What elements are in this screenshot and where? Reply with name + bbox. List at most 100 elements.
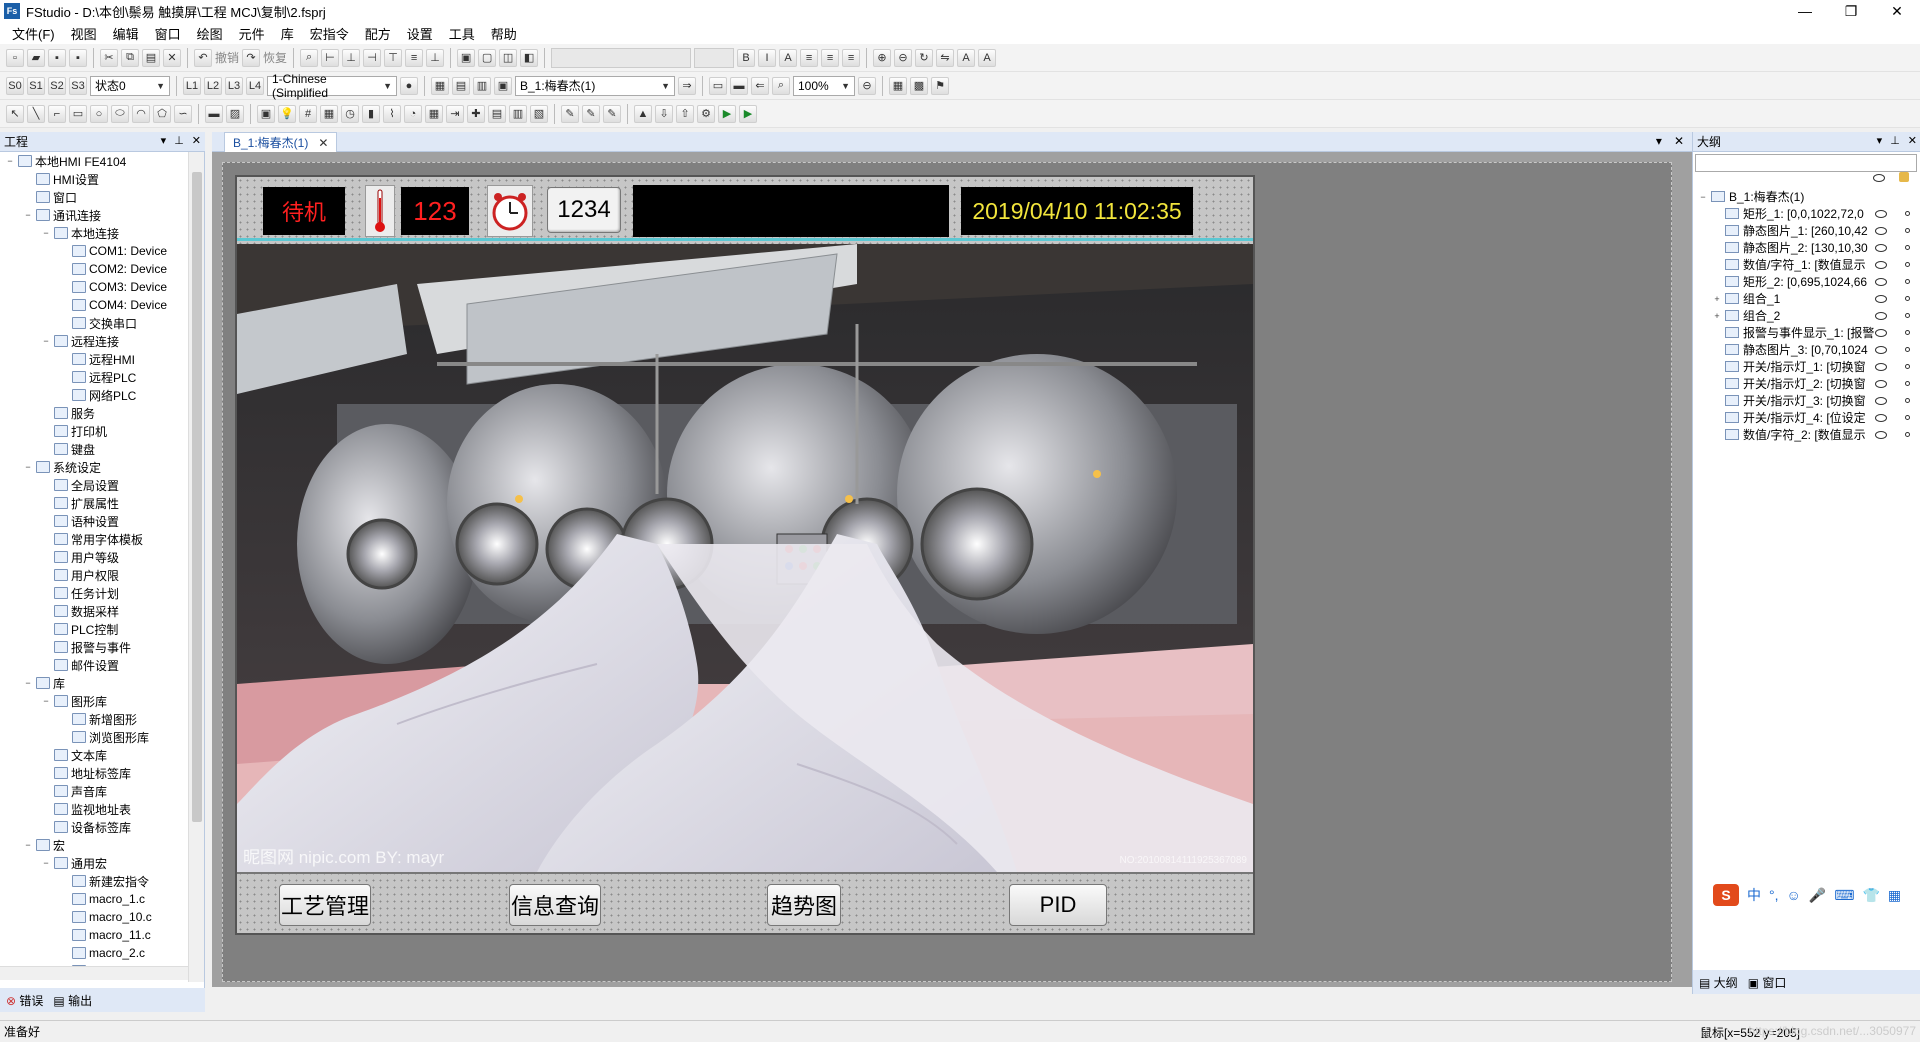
outline-item[interactable]: + 组合_2 — [1693, 307, 1910, 324]
text-align-left-icon[interactable]: ≡ — [800, 48, 819, 67]
visibility-eye-icon[interactable] — [1875, 209, 1887, 218]
canvas-area[interactable]: 待机 123 1234 2019/04/10 11:02:35 昵图网 nipi… — [222, 162, 1672, 982]
freeform-icon[interactable]: ∽ — [174, 104, 192, 123]
collapse-toggle-icon[interactable]: − — [4, 155, 16, 167]
align-left-icon[interactable]: ⊢ — [321, 48, 340, 67]
goto-screen-icon[interactable]: ⇒ — [678, 76, 696, 95]
tree-item[interactable]: 新建宏指令 — [0, 872, 188, 890]
collapse-toggle-icon[interactable]: − — [22, 677, 34, 689]
outline-item[interactable]: 数值/字符_2: [数值显示 — [1693, 426, 1910, 443]
process-management-button[interactable]: 工艺管理 — [279, 884, 371, 926]
recipe-icon[interactable]: ▥ — [509, 104, 527, 123]
expand-toggle-icon[interactable]: + — [1711, 293, 1723, 305]
ime-skin-icon[interactable]: 👕 — [1862, 887, 1879, 904]
menu-tools[interactable]: 工具 — [441, 24, 483, 43]
sogou-icon[interactable]: S — [1713, 884, 1739, 906]
text-grow-icon[interactable]: A — [957, 48, 976, 67]
info-query-button[interactable]: 信息查询 — [509, 884, 601, 926]
undo-label[interactable]: 撤销 — [215, 49, 239, 66]
tree-item[interactable]: − 库 — [0, 674, 188, 692]
tree-item[interactable]: 远程PLC — [0, 368, 188, 386]
ungroup-icon[interactable]: ▢ — [478, 48, 497, 67]
outline-item[interactable]: 静态图片_3: [0,70,1024 — [1693, 341, 1910, 358]
tree-item[interactable]: − 本地HMI FE4104 — [0, 152, 188, 170]
tree-item[interactable]: 声音库 — [0, 782, 188, 800]
scrollbar-thumb[interactable] — [192, 172, 202, 822]
tab-list-icon[interactable]: ▾ — [1656, 134, 1662, 148]
tab-errors[interactable]: ⊗ 错误 — [6, 992, 43, 1009]
outline-item[interactable]: 开关/指示灯_3: [切换窗 — [1693, 392, 1910, 409]
paste-icon[interactable]: ▤ — [142, 48, 160, 67]
rotate-icon[interactable]: ↻ — [915, 48, 934, 67]
collapse-toggle-icon[interactable]: − — [40, 335, 52, 347]
tree-item[interactable]: − 通用宏 — [0, 854, 188, 872]
temperature-display[interactable]: 123 — [401, 187, 469, 235]
layer-l3-button[interactable]: L3 — [225, 76, 243, 95]
pin-icon[interactable]: ⊥ — [174, 134, 184, 147]
tree-item[interactable]: 常用字体模板 — [0, 530, 188, 548]
tree-item[interactable]: 报警与事件 — [0, 638, 188, 656]
panel-close-icon[interactable]: ✕ — [1908, 134, 1917, 147]
lock-toggle-icon[interactable] — [1905, 415, 1910, 420]
outline-item[interactable]: + 组合_1 — [1693, 290, 1910, 307]
visibility-all-icon[interactable] — [1873, 174, 1885, 182]
outline-item[interactable]: 数值/字符_1: [数值显示 — [1693, 256, 1910, 273]
tree-item[interactable]: − 图形库 — [0, 692, 188, 710]
polyline-icon[interactable]: ⌐ — [48, 104, 66, 123]
ime-mic-icon[interactable]: 🎤 — [1809, 887, 1826, 904]
zoom-in-shape-icon[interactable]: ⊕ — [873, 48, 892, 67]
bar-graph-icon[interactable]: ▮ — [362, 104, 380, 123]
grid-icon[interactable]: ▦ — [889, 76, 907, 95]
outline-item[interactable]: 静态图片_2: [130,10,30 — [1693, 239, 1910, 256]
clock-icon[interactable]: ◷ — [341, 104, 359, 123]
copy-icon[interactable]: ⧉ — [121, 48, 139, 67]
tree-item[interactable]: macro_1.c — [0, 890, 188, 908]
menu-macro[interactable]: 宏指令 — [302, 24, 357, 43]
visibility-eye-icon[interactable] — [1875, 260, 1887, 269]
new-file-icon[interactable]: ▫ — [6, 48, 24, 67]
font-size-combo[interactable] — [694, 47, 735, 68]
visibility-eye-icon[interactable] — [1875, 311, 1887, 320]
tools-c-icon[interactable]: ✎ — [603, 104, 621, 123]
state-s2-button[interactable]: S2 — [48, 76, 66, 95]
tree-item[interactable]: 打印机 — [0, 422, 188, 440]
tree-item[interactable]: macro_11.c — [0, 926, 188, 944]
lock-toggle-icon[interactable] — [1905, 347, 1910, 352]
outline-item[interactable]: 矩形_2: [0,695,1024,66 — [1693, 273, 1910, 290]
tree-item[interactable]: 扩展属性 — [0, 494, 188, 512]
bring-front-icon[interactable]: ◫ — [499, 48, 518, 67]
tab-close-icon[interactable]: ✕ — [318, 136, 328, 150]
outline-item[interactable]: 开关/指示灯_1: [切换窗 — [1693, 358, 1910, 375]
tree-item[interactable]: 窗口 — [0, 188, 188, 206]
tree-item[interactable]: COM2: Device — [0, 260, 188, 278]
menu-view[interactable]: 视图 — [63, 24, 105, 43]
text-icon[interactable]: ▬ — [205, 104, 223, 123]
close-button[interactable]: ✕ — [1874, 0, 1920, 22]
tree-item[interactable]: − 宏 — [0, 836, 188, 854]
lock-toggle-icon[interactable] — [1905, 245, 1910, 250]
lock-all-icon[interactable] — [1899, 172, 1909, 182]
lock-toggle-icon[interactable] — [1905, 279, 1910, 284]
arc-icon[interactable]: ◠ — [132, 104, 150, 123]
open-folder-icon[interactable]: ▰ — [27, 48, 45, 67]
ime-emoji-icon[interactable]: ☺ — [1787, 887, 1801, 903]
tree-item[interactable]: 监视地址表 — [0, 800, 188, 818]
tree-item[interactable]: HMI设置 — [0, 170, 188, 188]
menu-draw[interactable]: 绘图 — [189, 24, 231, 43]
zoom-icon[interactable]: ⌕ — [772, 76, 790, 95]
tools-a-icon[interactable]: ✎ — [561, 104, 579, 123]
ellipse-icon[interactable]: ⬭ — [111, 104, 129, 123]
outline-item[interactable]: 报警与事件显示_1: [报警 — [1693, 324, 1910, 341]
visibility-eye-icon[interactable] — [1875, 396, 1887, 405]
visibility-eye-icon[interactable] — [1875, 243, 1887, 252]
text-align-center-icon[interactable]: ≡ — [821, 48, 840, 67]
find-icon[interactable]: ⌕ — [300, 48, 319, 67]
tree-item[interactable]: COM1: Device — [0, 242, 188, 260]
line-icon[interactable]: ╲ — [27, 104, 45, 123]
align-top-icon[interactable]: ⊤ — [384, 48, 403, 67]
state-s1-button[interactable]: S1 — [27, 76, 45, 95]
thermometer-icon[interactable] — [365, 185, 395, 237]
tree-item[interactable]: 数据采样 — [0, 602, 188, 620]
undo-icon[interactable]: ↶ — [194, 48, 212, 67]
menu-component[interactable]: 元件 — [231, 24, 273, 43]
